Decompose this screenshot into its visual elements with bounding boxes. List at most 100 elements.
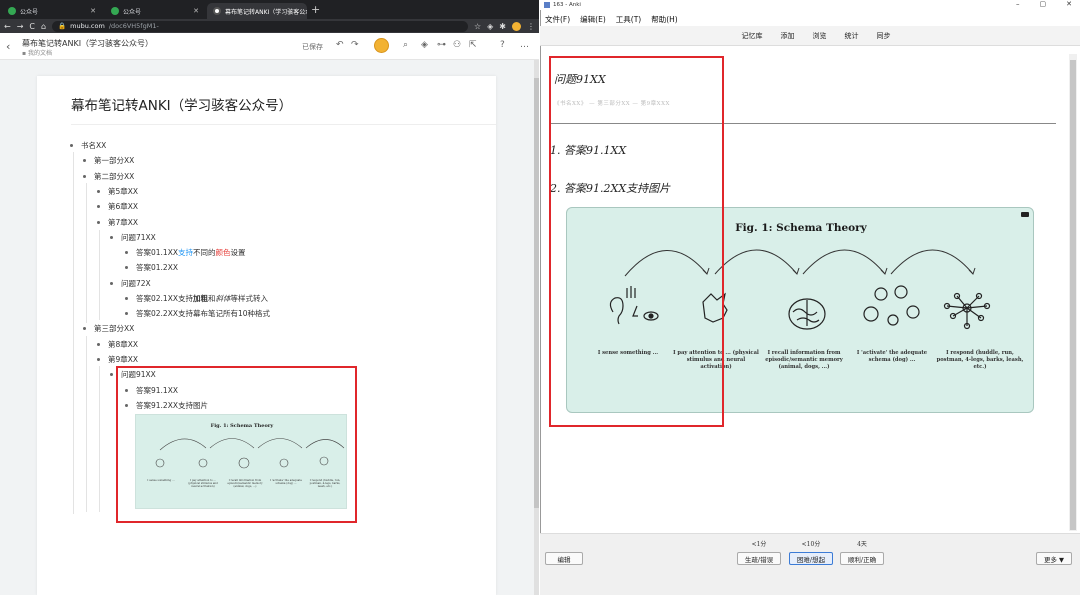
toolbar-sync[interactable]: 同步 — [877, 31, 891, 41]
tab-label: 公众号 — [20, 8, 39, 16]
outline-item[interactable]: 答案02.1XX支持加粗和斜体等样式转入 — [125, 293, 268, 304]
outline-item[interactable]: 第二部分XX — [82, 171, 134, 182]
doc-path-label: 我的文档 — [27, 50, 52, 57]
anki-toolbar: 记忆库 添加 浏览 统计 同步 — [540, 26, 1080, 46]
outline-guide — [99, 230, 100, 320]
outline-guide — [86, 336, 87, 512]
tab-label: 幕布笔记转ANKI（学习骇客公众号... — [225, 8, 307, 16]
text-run: 答案02.1XX支持 — [136, 294, 193, 303]
text-run: 不同的 — [192, 248, 216, 257]
edit-button[interactable]: 编辑 — [545, 552, 583, 565]
outline-guide — [99, 366, 100, 512]
scrollbar-thumb[interactable] — [534, 78, 539, 508]
address-bar-row: ← → C ⌂ 🔒 mubu.com/doc6VH5fgM1- ☆ ◈ ✱ ⋮ — [0, 19, 539, 33]
figure-caption: I recall information from episodic/seman… — [765, 350, 843, 370]
new-tab-button[interactable]: + — [311, 3, 320, 16]
theme-icon[interactable]: ◈ — [421, 40, 428, 50]
share-icon[interactable]: ⚇ — [453, 40, 461, 50]
back-arrow-icon[interactable]: ← — [4, 22, 11, 31]
outline-item[interactable]: 第三部分XX — [82, 323, 134, 334]
outline-item[interactable]: 答案01.2XX — [125, 262, 178, 273]
highlight-box-right — [549, 56, 724, 427]
maximize-icon[interactable]: ▢ — [1040, 0, 1047, 8]
star-icon[interactable]: ☆ — [474, 22, 481, 31]
url-path: /doc6VH5fgM1- — [108, 22, 159, 30]
due-interval-again: <1分 — [751, 541, 767, 548]
search-icon[interactable]: ⌕ — [403, 40, 408, 50]
due-interval-hard: <10分 — [801, 541, 821, 548]
url-host: mubu.com — [70, 22, 105, 30]
more-icon[interactable]: … — [520, 40, 529, 50]
text-run: 答案01.1XX — [136, 248, 178, 257]
scrollbar-thumb[interactable] — [1070, 60, 1076, 530]
outline-item[interactable]: 问题72X — [110, 278, 151, 289]
outline-item[interactable]: 第9章XX — [96, 354, 138, 365]
outline-item[interactable]: 问题71XX — [110, 232, 156, 243]
hard-button[interactable]: 困难/想起 — [789, 552, 833, 565]
figure-caption: I respond (huddle, run, postman, 4-legs,… — [936, 350, 1024, 370]
minimize-icon[interactable]: – — [1016, 0, 1020, 8]
title-divider — [71, 124, 496, 125]
back-chevron-icon[interactable]: ‹ — [6, 40, 10, 53]
outline-item[interactable]: 第8章XX — [96, 339, 138, 350]
tab-3-active[interactable]: 幕布笔记转ANKI（学习骇客公众号... ✕ — [207, 3, 307, 19]
mubu-icon — [213, 7, 221, 15]
menu-help[interactable]: 帮助(H) — [651, 14, 678, 25]
avatar[interactable] — [374, 38, 389, 53]
outline-item[interactable]: 书名XX — [69, 140, 106, 151]
more-button[interactable]: 更多 ▼ — [1036, 552, 1072, 565]
again-button[interactable]: 生疏/错误 — [737, 552, 781, 565]
home-icon[interactable]: ⌂ — [41, 22, 46, 31]
outline-item[interactable]: 第7章XX — [96, 217, 138, 228]
menu-edit[interactable]: 编辑(E) — [580, 14, 606, 25]
undo-icon[interactable]: ↶ — [336, 40, 344, 50]
wechat-icon — [111, 7, 119, 15]
due-interval-good: 4天 — [857, 541, 867, 548]
tab-2[interactable]: 公众号 ✕ — [105, 3, 205, 19]
toolbar-stats[interactable]: 统计 — [845, 31, 859, 41]
anki-logo-icon — [544, 2, 550, 8]
close-icon[interactable]: ✕ — [1066, 0, 1072, 8]
tab-label: 公众号 — [123, 8, 142, 16]
outline-guide — [86, 183, 87, 323]
profile-avatar-icon[interactable] — [512, 21, 521, 31]
reload-icon[interactable]: C — [29, 22, 35, 31]
window-controls: – ▢ ✕ — [1016, 0, 1072, 8]
outline-item[interactable]: 第5章XX — [96, 186, 138, 197]
url-input[interactable]: 🔒 mubu.com/doc6VH5fgM1- — [52, 20, 468, 32]
menu-tools[interactable]: 工具(T) — [616, 14, 641, 25]
lock-icon: 🔒 — [58, 22, 67, 30]
doc-path-folder[interactable]: ▪ 我的文档 — [22, 48, 52, 57]
menu-bar: 文件(F) 编辑(E) 工具(T) 帮助(H) — [540, 12, 1080, 26]
window-title: 163 - Anki — [553, 2, 581, 8]
forward-arrow-icon[interactable]: → — [17, 22, 24, 31]
puzzle-icon[interactable]: ✱ — [499, 22, 506, 31]
redo-icon[interactable]: ↷ — [351, 40, 359, 50]
tab-1[interactable]: 公众号 ✕ — [2, 3, 102, 19]
outline-guide — [73, 152, 74, 514]
close-tab-icon[interactable]: ✕ — [90, 7, 96, 15]
highlight-box-left — [116, 366, 357, 523]
extension-icon[interactable]: ◈ — [487, 22, 493, 31]
toolbar-decks[interactable]: 记忆库 — [742, 31, 763, 41]
outline-item[interactable]: 答案02.2XX支持幕布笔记所有10种格式 — [124, 308, 270, 319]
toolbar-add[interactable]: 添加 — [781, 31, 795, 41]
saved-status: 已保存 — [302, 43, 323, 51]
toolbar-browse[interactable]: 浏览 — [813, 31, 827, 41]
outline-item[interactable]: 第6章XX — [96, 201, 138, 212]
close-tab-icon[interactable]: ✕ — [193, 7, 199, 15]
menu-file[interactable]: 文件(F) — [545, 14, 570, 25]
help-icon[interactable]: ? — [500, 40, 505, 50]
page-title[interactable]: 幕布笔记转ANKI（学习骇客公众号） — [71, 94, 292, 114]
outline-item[interactable]: 答案01.1XX支持不同的颜色设置 — [124, 247, 245, 258]
good-button[interactable]: 顺利/正确 — [840, 552, 884, 565]
blue-text-run: 支持 — [177, 248, 193, 257]
italic-text-run: 斜体 — [215, 294, 231, 303]
text-run: 等样式转入 — [230, 294, 268, 303]
outline-item[interactable]: 第一部分XX — [82, 155, 134, 166]
red-text-run: 颜色 — [215, 248, 231, 257]
figure-caption: I 'activate' the adequate schema (dog) .… — [856, 350, 928, 363]
mindmap-icon[interactable]: ⊶ — [437, 40, 446, 50]
export-icon[interactable]: ⇱ — [469, 40, 477, 50]
menu-kebab-icon[interactable]: ⋮ — [527, 22, 535, 31]
